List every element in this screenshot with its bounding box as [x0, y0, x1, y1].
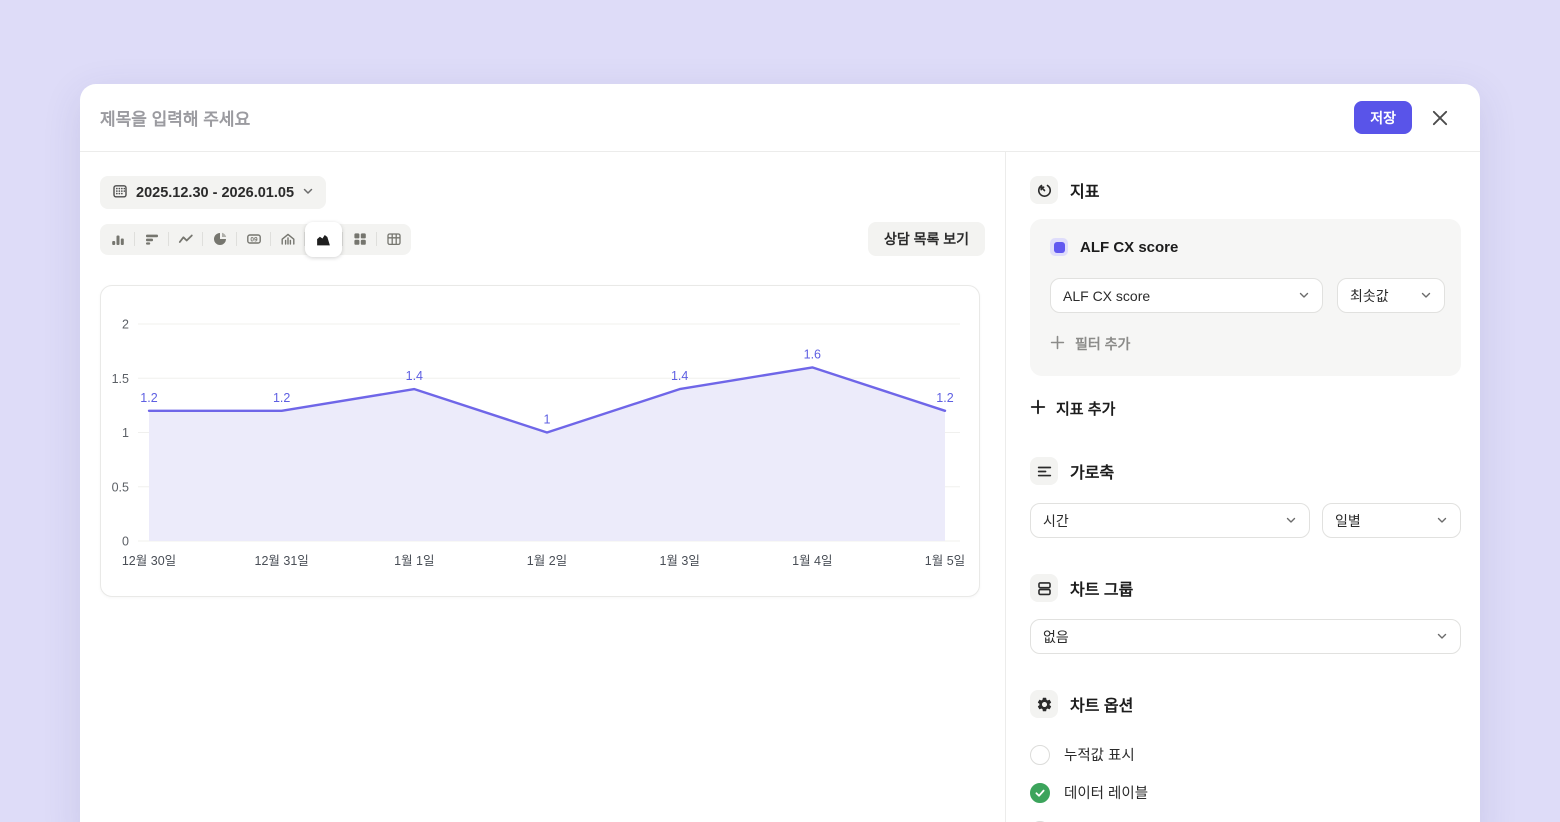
chart-options-list: 누적값 표시 데이터 레이블 목표 표시 [1030, 744, 1461, 822]
svg-text:0: 0 [122, 535, 129, 549]
xaxis-interval-value: 일별 [1335, 511, 1361, 531]
plus-icon [1030, 399, 1046, 419]
add-metric-button[interactable]: 지표 추가 [1030, 398, 1115, 419]
xaxis-field-select[interactable]: 시간 [1030, 503, 1310, 538]
chevron-down-icon [1285, 513, 1297, 529]
svg-text:1.2: 1.2 [273, 391, 290, 405]
save-button[interactable]: 저장 [1354, 101, 1412, 134]
xaxis-section-header: 가로축 [1030, 457, 1461, 485]
svg-text:1: 1 [122, 426, 129, 440]
svg-text:09: 09 [250, 237, 258, 244]
svg-text:0.5: 0.5 [112, 480, 129, 494]
chart-group-select[interactable]: 없음 [1030, 619, 1461, 654]
metric-field-select[interactable]: ALF CX score [1050, 278, 1323, 313]
calendar-icon [112, 183, 128, 203]
option-label: 데이터 레이블 [1064, 782, 1148, 803]
option-stacked-values[interactable]: 누적값 표시 [1030, 744, 1461, 765]
option-label: 누적값 표시 [1064, 744, 1135, 765]
options-section-header: 차트 옵션 [1030, 690, 1461, 718]
metric-field-value: ALF CX score [1063, 288, 1150, 304]
date-range-picker[interactable]: 2025.12.30 - 2026.01.05 [100, 176, 326, 209]
chart-title-input[interactable]: 제목을 입력해 주세요 [100, 105, 250, 130]
table-icon[interactable] [377, 224, 410, 255]
series-color-swatch [1050, 238, 1068, 256]
chart-editor-modal: 제목을 입력해 주세요 저장 2025.12.30 - 2026.01.05 [80, 84, 1480, 822]
view-consult-list-button[interactable]: 상담 목록 보기 [868, 222, 985, 256]
modal-header: 제목을 입력해 주세요 저장 [80, 84, 1480, 152]
xaxis-interval-select[interactable]: 일별 [1322, 503, 1461, 538]
chart-type-toolbar: 09 [100, 224, 411, 255]
svg-text:1.2: 1.2 [936, 391, 953, 405]
column-chart-icon[interactable] [101, 224, 134, 255]
bar-chart-icon[interactable] [135, 224, 168, 255]
svg-text:1월 1일: 1월 1일 [394, 554, 434, 568]
add-filter-label: 필터 추가 [1075, 334, 1130, 354]
chevron-down-icon [1436, 629, 1448, 645]
checkbox-icon [1030, 783, 1050, 803]
plus-icon [1050, 335, 1065, 353]
chevron-down-icon [1298, 288, 1310, 304]
metric-aggregation-select[interactable]: 최솟값 [1337, 278, 1445, 313]
xaxis-field-value: 시간 [1043, 511, 1069, 531]
svg-text:1월 5일: 1월 5일 [925, 554, 965, 568]
group-section-header: 차트 그룹 [1030, 574, 1461, 602]
group-section-title: 차트 그룹 [1070, 576, 1133, 600]
area-chart: 0 0.5 1 1.5 2 1.2 1.2 1.4 1 1.4 1.6 1.2 12월 30일 12월 3… [102, 291, 978, 591]
svg-text:12월 31일: 12월 31일 [255, 554, 309, 568]
checkbox-icon [1030, 745, 1050, 765]
chart-group-icon [1030, 574, 1058, 602]
gauge-icon [1030, 176, 1058, 204]
svg-text:1.4: 1.4 [406, 369, 423, 383]
close-icon[interactable] [1428, 106, 1452, 130]
metric-section-title: 지표 [1070, 178, 1099, 202]
svg-text:1: 1 [544, 413, 551, 427]
svg-text:2: 2 [122, 318, 129, 332]
add-metric-label: 지표 추가 [1056, 398, 1115, 419]
line-chart-icon[interactable] [169, 224, 202, 255]
chevron-down-icon [1420, 288, 1432, 304]
gear-icon [1030, 690, 1058, 718]
chevron-down-icon [1436, 513, 1448, 529]
add-filter-button[interactable]: 필터 추가 [1050, 334, 1130, 354]
number-kpi-icon[interactable]: 09 [237, 224, 270, 255]
area-chart-icon[interactable] [305, 222, 342, 257]
svg-text:1월 4일: 1월 4일 [792, 554, 832, 568]
metric-aggregation-value: 최솟값 [1350, 286, 1389, 306]
metric-section-header: 지표 [1030, 176, 1461, 204]
pie-chart-icon[interactable] [203, 224, 236, 255]
xaxis-section-title: 가로축 [1070, 459, 1114, 483]
funnel-chart-icon[interactable] [271, 224, 304, 255]
chevron-down-icon [302, 185, 314, 201]
svg-text:1.5: 1.5 [112, 372, 129, 386]
horizontal-axis-icon [1030, 457, 1058, 485]
chart-settings-pane: 지표 ALF CX score ALF CX score 최솟값 [1005, 152, 1480, 822]
metric-name: ALF CX score [1080, 239, 1178, 256]
svg-text:12월 30일: 12월 30일 [122, 554, 176, 568]
series-color-dot [1054, 242, 1065, 253]
options-section-title: 차트 옵션 [1070, 692, 1133, 716]
chart-preview-pane: 2025.12.30 - 2026.01.05 [80, 152, 1005, 822]
date-range-label: 2025.12.30 - 2026.01.05 [136, 185, 294, 201]
card-grid-icon[interactable] [343, 224, 376, 255]
chart-card: 0 0.5 1 1.5 2 1.2 1.2 1.4 1 1.4 1.6 1.2 12월 30일 12월 3… [100, 285, 980, 597]
option-data-labels[interactable]: 데이터 레이블 [1030, 782, 1461, 803]
svg-text:1.4: 1.4 [671, 369, 688, 383]
svg-text:1월 3일: 1월 3일 [659, 554, 699, 568]
svg-text:1.6: 1.6 [804, 347, 821, 361]
metric-card: ALF CX score ALF CX score 최솟값 필터 추가 [1030, 219, 1461, 376]
chart-group-value: 없음 [1043, 627, 1069, 647]
svg-text:1.2: 1.2 [140, 391, 157, 405]
svg-text:1월 2일: 1월 2일 [527, 554, 567, 568]
